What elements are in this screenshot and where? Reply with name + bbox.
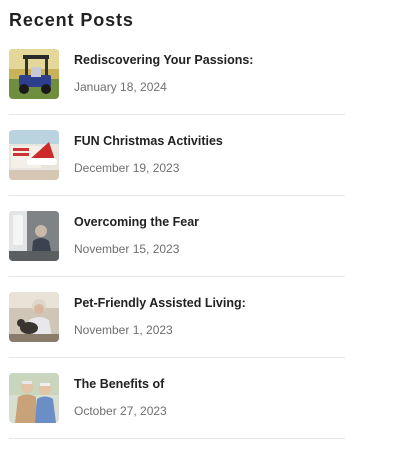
list-item: Pet-Friendly Assisted Living: November 1… (9, 277, 345, 358)
post-title[interactable]: Pet-Friendly Assisted Living: (74, 296, 246, 311)
senior-with-cat-photo (9, 292, 59, 342)
post-title[interactable]: The Benefits of (74, 377, 164, 392)
post-date: November 15, 2023 (74, 242, 180, 256)
post-thumbnail[interactable] (9, 49, 59, 99)
post-title[interactable]: FUN Christmas Activities (74, 134, 223, 149)
post-title[interactable]: Overcoming the Fear (74, 215, 199, 230)
recent-posts-widget: Recent Posts Rediscovering Your Passions… (0, 0, 419, 460)
post-thumbnail[interactable] (9, 292, 59, 342)
post-date: December 19, 2023 (74, 161, 180, 175)
list-item: Overcoming the Fear November 15, 2023 (9, 196, 345, 277)
recent-posts-list: Rediscovering Your Passions: January 18,… (9, 34, 345, 439)
senior-couple-photo (9, 373, 59, 423)
list-item: The Benefits of October 27, 2023 (9, 358, 345, 439)
widget-title: Recent Posts (9, 10, 134, 30)
post-thumbnail[interactable] (9, 373, 59, 423)
golf-cart-photo (9, 49, 59, 99)
santa-hat-photo (9, 130, 59, 180)
senior-by-window-photo (9, 211, 59, 261)
post-title[interactable]: Rediscovering Your Passions: (74, 53, 253, 68)
list-item: Rediscovering Your Passions: January 18,… (9, 34, 345, 115)
list-item: FUN Christmas Activities December 19, 20… (9, 115, 345, 196)
post-date: January 18, 2024 (74, 80, 167, 94)
post-date: October 27, 2023 (74, 404, 167, 418)
post-thumbnail[interactable] (9, 130, 59, 180)
post-date: November 1, 2023 (74, 323, 173, 337)
post-thumbnail[interactable] (9, 211, 59, 261)
